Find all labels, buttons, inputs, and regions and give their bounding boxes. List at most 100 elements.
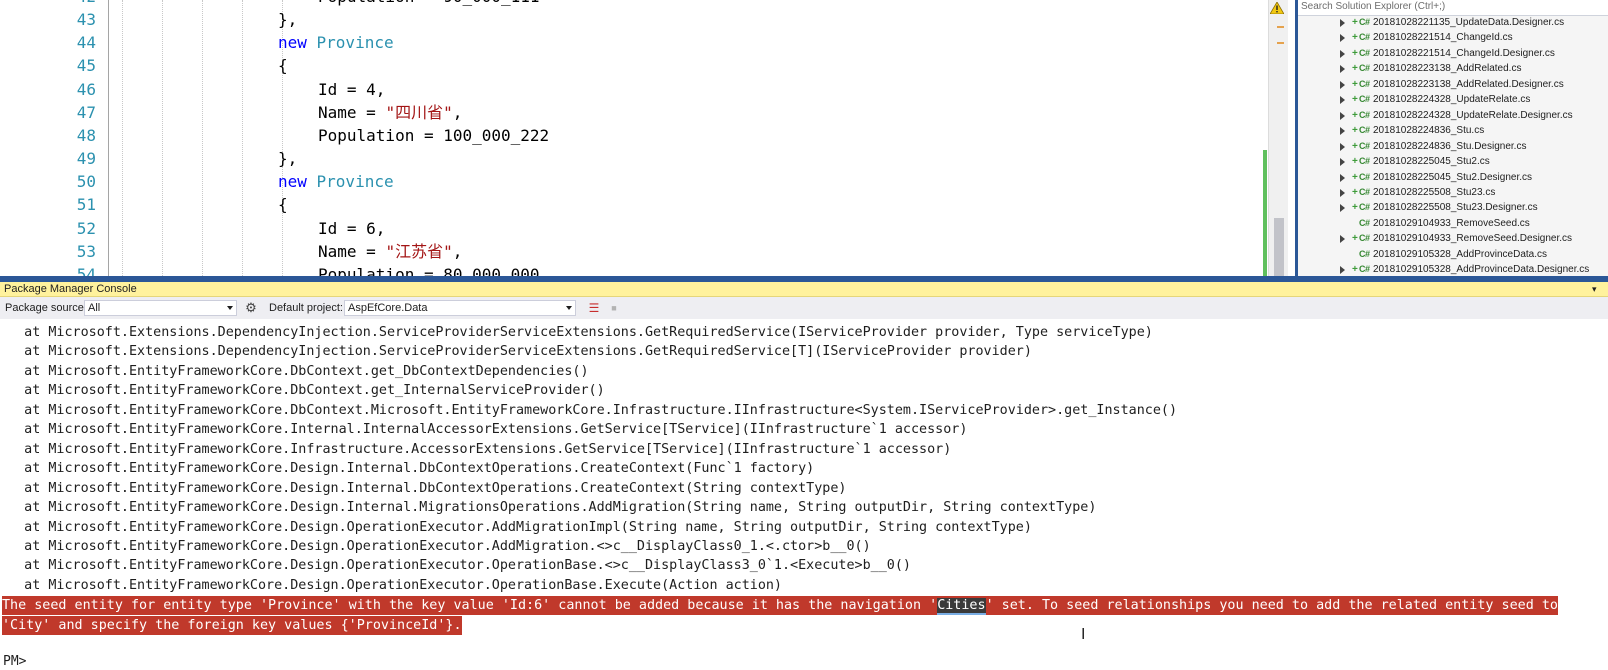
- pm-prompt[interactable]: PM>: [3, 654, 26, 670]
- solution-file-item[interactable]: + C# 20181029104933_RemoveSeed.Designer.cs: [1298, 231, 1608, 247]
- code-token: },: [278, 10, 298, 30]
- code-area[interactable]: Population = 90_000_111},new Province{Id…: [0, 0, 1290, 282]
- file-name: 20181029104933_RemoveSeed.Designer.cs: [1373, 233, 1573, 245]
- code-token: "江苏省": [385, 241, 453, 261]
- solution-explorer[interactable]: Search Solution Explorer (Ctrl+;) + C# 201…: [1295, 0, 1608, 282]
- code-token: },: [278, 149, 298, 169]
- package-source-select[interactable]: All: [84, 300, 237, 316]
- expand-arrow-icon[interactable]: [1340, 158, 1345, 167]
- expand-arrow-icon[interactable]: [1340, 204, 1345, 213]
- stack-trace-line: at Microsoft.EntityFrameworkCore.Design.…: [0, 519, 1032, 535]
- solution-file-item[interactable]: + C# 20181028224328_UpdateRelate.cs: [1298, 92, 1608, 108]
- code-token: Id = 6,: [318, 218, 386, 238]
- pending-add-icon: +: [1352, 186, 1358, 198]
- stack-trace-line: at Microsoft.EntityFrameworkCore.Design.…: [0, 558, 911, 574]
- expand-arrow-icon[interactable]: [1340, 111, 1345, 120]
- stack-trace-line: at Microsoft.Extensions.DependencyInject…: [0, 344, 1032, 360]
- solution-file-item[interactable]: + C# 20181028223138_AddRelated.Designer.cs: [1298, 77, 1608, 93]
- code-line: Id = 4,: [318, 78, 385, 102]
- file-name: 20181028221135_UpdateData.Designer.cs: [1373, 17, 1565, 28]
- expand-arrow-icon[interactable]: [1340, 173, 1345, 182]
- solution-file-item[interactable]: + C# 20181028225045_Stu2.cs: [1298, 154, 1608, 170]
- code-token: Name =: [318, 241, 386, 261]
- error-message-line-2: 'City' and specify the foreign key value…: [2, 616, 462, 635]
- solution-file-item[interactable]: + C# 20181028225045_Stu2.Designer.cs: [1298, 170, 1608, 186]
- expand-arrow-icon[interactable]: [1340, 19, 1345, 27]
- expand-arrow-icon[interactable]: [1340, 65, 1345, 74]
- expand-arrow-icon[interactable]: [1340, 266, 1345, 275]
- stack-trace-line: at Microsoft.EntityFrameworkCore.Design.…: [0, 480, 847, 496]
- gear-icon[interactable]: ⚙: [243, 300, 259, 316]
- csharp-file-icon: C#: [1359, 17, 1370, 27]
- expand-arrow-icon[interactable]: [1340, 235, 1345, 244]
- file-name: 20181029105328_AddProvinceData.cs: [1373, 248, 1548, 260]
- solution-file-item[interactable]: + C# 20181028224836_Stu.Designer.cs: [1298, 139, 1608, 155]
- code-line: {: [278, 193, 288, 217]
- code-line: new Province: [278, 31, 394, 55]
- file-name: 20181028221514_ChangeId.Designer.cs: [1373, 47, 1555, 59]
- pending-add-icon: +: [1352, 17, 1358, 28]
- package-source-label: Package source:: [5, 302, 87, 314]
- stack-trace-line: at Microsoft.EntityFrameworkCore.Design.…: [0, 500, 1097, 516]
- stop-icon[interactable]: ■: [606, 300, 622, 316]
- csharp-file-icon: C#: [1359, 233, 1370, 244]
- pending-add-icon: +: [1352, 78, 1358, 90]
- solution-file-item[interactable]: + C# 20181028224328_UpdateRelate.Designer.…: [1298, 108, 1608, 124]
- file-name: 20181028224836_Stu.cs: [1373, 125, 1485, 137]
- solution-file-item[interactable]: C# 20181029104933_RemoveSeed.cs: [1298, 216, 1608, 232]
- expand-arrow-icon[interactable]: [1340, 142, 1345, 151]
- default-project-select[interactable]: AspEfCore.Data: [344, 300, 576, 316]
- file-name: 20181028223138_AddRelated.Designer.cs: [1373, 78, 1564, 90]
- code-line: },: [278, 147, 297, 171]
- solution-file-item[interactable]: + C# 20181028225508_Stu23.Designer.cs: [1298, 200, 1608, 216]
- stack-trace-line: at Microsoft.EntityFrameworkCore.Design.…: [0, 577, 782, 593]
- error-message-line-1: The seed entity for entity type 'Provinc…: [2, 596, 1558, 615]
- warning-icon[interactable]: [1270, 2, 1284, 14]
- code-editor[interactable]: 42434445464748495051525354 Population = …: [0, 0, 1295, 282]
- pending-add-icon: +: [1352, 156, 1358, 168]
- csharp-file-icon: C#: [1359, 94, 1370, 105]
- solution-file-item[interactable]: + C# 20181028221514_ChangeId.Designer.cs: [1298, 46, 1608, 62]
- csharp-file-icon: C#: [1359, 47, 1370, 58]
- expand-arrow-icon[interactable]: [1340, 188, 1345, 197]
- file-name: 20181028224328_UpdateRelate.cs: [1373, 94, 1531, 106]
- pending-add-icon: +: [1352, 63, 1358, 75]
- code-token: new: [278, 33, 317, 53]
- code-token: Id = 4,: [318, 79, 386, 99]
- stack-trace-line: at Microsoft.Extensions.DependencyInject…: [0, 325, 1153, 340]
- solution-file-item[interactable]: + C# 20181028224836_Stu.cs: [1298, 123, 1608, 139]
- csharp-file-icon: C#: [1359, 217, 1370, 228]
- chevron-down-icon[interactable]: ▾: [1592, 284, 1597, 295]
- code-token: {: [278, 195, 288, 215]
- clear-console-icon[interactable]: ☰: [586, 300, 602, 316]
- scrollbar-thumb[interactable]: [1274, 218, 1284, 282]
- code-token: {: [278, 56, 288, 76]
- solution-file-item[interactable]: + C# 20181028221135_UpdateData.Designer.cs: [1298, 15, 1608, 31]
- code-line: Id = 6,: [318, 217, 385, 241]
- pending-add-icon: +: [1352, 94, 1358, 106]
- expand-arrow-icon[interactable]: [1340, 127, 1345, 136]
- expand-arrow-icon[interactable]: [1340, 80, 1345, 89]
- solution-file-item[interactable]: + C# 20181028223138_AddRelated.cs: [1298, 61, 1608, 77]
- code-token: ,: [452, 102, 463, 122]
- csharp-file-icon: C#: [1359, 78, 1370, 89]
- pmc-title-bar[interactable]: Package Manager Console ▾: [0, 282, 1608, 297]
- file-name: 20181028225045_Stu2.Designer.cs: [1373, 171, 1533, 183]
- code-line: Population = 90_000_111: [318, 0, 540, 9]
- file-name: 20181028224836_Stu.Designer.cs: [1373, 140, 1527, 152]
- solution-explorer-search-input[interactable]: Search Solution Explorer (Ctrl+;): [1298, 0, 1608, 16]
- stack-trace-line: at Microsoft.EntityFrameworkCore.Design.…: [0, 461, 815, 477]
- code-token: Population = 90_000_111: [318, 0, 540, 6]
- code-token: new: [278, 172, 317, 192]
- default-project-value: AspEfCore.Data: [348, 302, 428, 314]
- solution-file-item[interactable]: + C# 20181028225508_Stu23.cs: [1298, 185, 1608, 201]
- expand-arrow-icon[interactable]: [1340, 34, 1345, 43]
- expand-arrow-icon[interactable]: [1340, 49, 1345, 58]
- overview-ruler-mark: [1277, 42, 1284, 44]
- stack-trace-line: at Microsoft.EntityFrameworkCore.Design.…: [0, 538, 871, 554]
- solution-file-item[interactable]: + C# 20181028221514_ChangeId.cs: [1298, 30, 1608, 46]
- error-highlight: Cities: [937, 598, 986, 615]
- expand-arrow-icon[interactable]: [1340, 96, 1345, 105]
- solution-file-item[interactable]: C# 20181029105328_AddProvinceData.cs: [1298, 247, 1608, 263]
- pending-add-icon: +: [1352, 233, 1358, 245]
